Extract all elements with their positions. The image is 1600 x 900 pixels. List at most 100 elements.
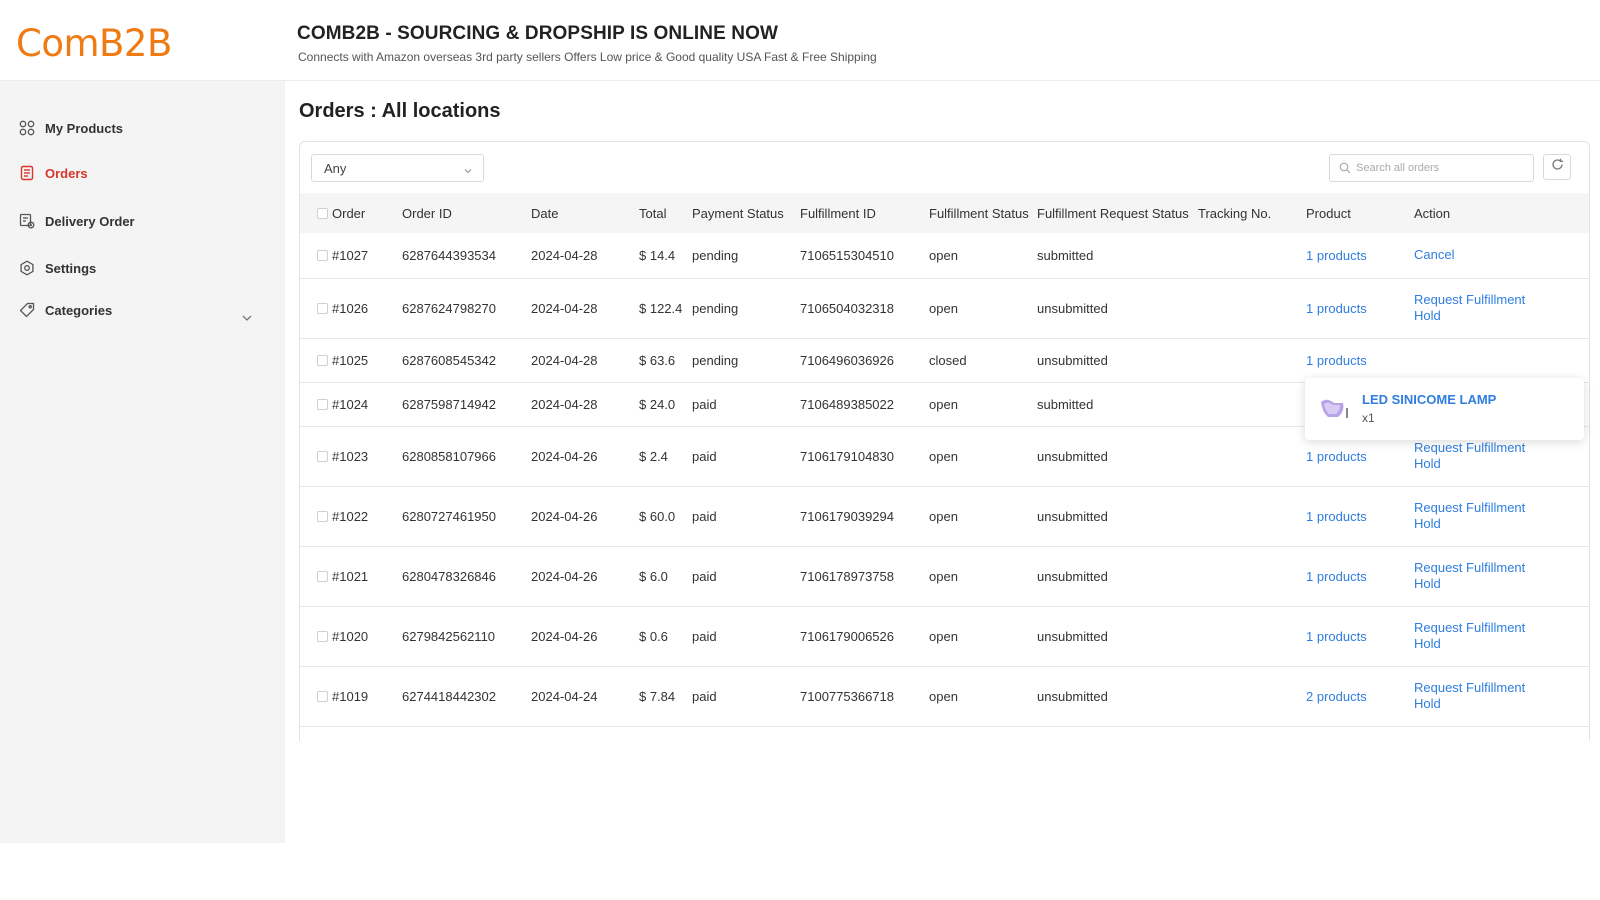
sidebar-item-settings[interactable]: Settings (18, 259, 96, 277)
products-link[interactable]: 1 products (1306, 569, 1367, 584)
row-checkbox[interactable] (317, 690, 328, 702)
products-link[interactable]: 1 products (1306, 449, 1367, 464)
cancel-link[interactable]: Cancel (1414, 247, 1539, 263)
refresh-icon (1551, 158, 1564, 176)
cell-order: #1026 (300, 278, 402, 338)
row-checkbox[interactable] (317, 630, 328, 642)
row-checkbox[interactable] (317, 249, 328, 261)
search-input[interactable]: Search all orders (1329, 154, 1534, 182)
products-link[interactable]: 1 products (1306, 248, 1367, 263)
request-fulfillment-hold-link[interactable]: Request Fulfillment Hold (1414, 292, 1539, 324)
cell-tracking-no (1198, 426, 1306, 486)
cell-fulfillment-status: open (929, 508, 958, 524)
orders-card: Any Search all orders Order Order ID Dat… (299, 141, 1590, 741)
refresh-button[interactable] (1543, 154, 1571, 180)
products-link[interactable]: 1 products (1306, 629, 1367, 644)
sidebar-item-my-products[interactable]: My Products (18, 119, 123, 137)
cell-order: #1027 (300, 233, 402, 278)
cell-payment-status: paid (692, 688, 717, 704)
cell-fulfillment-request-status: submitted (1037, 396, 1094, 412)
popup-product-name[interactable]: LED SINICOME LAMP (1362, 392, 1496, 407)
table-row[interactable]: #1020 6279842562110 2024-04-26 $ 0.6 paid 710… (300, 606, 1589, 666)
cell-total: $ 14.4 (639, 247, 676, 263)
search-icon (1339, 162, 1351, 174)
table-row[interactable]: #1026 6287624798270 2024-04-28 $ 122.4 pendi… (300, 278, 1589, 338)
table-row[interactable]: #1022 6280727461950 2024-04-26 $ 60.0 paid 71… (300, 486, 1589, 546)
request-fulfillment-hold-link[interactable]: Request Fulfillment Hold (1414, 680, 1539, 712)
sidebar-item-delivery-order[interactable]: Delivery Order (18, 212, 135, 230)
products-link[interactable]: 1 products (1306, 301, 1367, 316)
cell-tracking-no (1198, 666, 1306, 726)
request-fulfillment-hold-link[interactable]: Request Fulfillment Hold (1414, 620, 1539, 652)
cell-fulfillment-status: open (929, 688, 958, 704)
sidebar: My Products Orders Delivery Order Settin… (0, 81, 285, 843)
cell-fulfillment-id: 7106179006526 (800, 628, 894, 644)
filter-value: Any (324, 161, 347, 176)
sidebar-item-label: Orders (45, 165, 88, 181)
cell-action: Request Fulfillment Hold (1414, 606, 1589, 666)
top-header: ComB2B COMB2B - SOURCING & DROPSHIP IS O… (0, 0, 1600, 81)
order-number: #1020 (332, 628, 369, 644)
popup-product-quantity: x1 (1362, 411, 1375, 425)
tag-icon (18, 301, 36, 319)
table-row[interactable]: #1019 6274418442302 2024-04-24 $ 7.84 paid 71… (300, 666, 1589, 726)
sidebar-item-orders[interactable]: Orders (18, 164, 88, 182)
cell-fulfillment-request-status: unsubmitted (1037, 300, 1108, 316)
cell-fulfillment-request-status: unsubmitted (1037, 352, 1108, 368)
row-checkbox[interactable] (317, 570, 328, 582)
cell-order: #1022 (300, 486, 402, 546)
column-header-order-id: Order ID (402, 205, 452, 221)
cell-fulfillment-request-status: unsubmitted (1037, 508, 1108, 524)
table-row[interactable]: #1021 6280478326846 2024-04-26 $ 6.0 paid 710… (300, 546, 1589, 606)
row-checkbox[interactable] (317, 302, 328, 314)
cell-total: $ 122.4 (639, 300, 683, 316)
cell-order: #1024 (300, 382, 402, 426)
cell-action: Request Fulfillment Hold (1414, 666, 1589, 726)
cell-action: Request Fulfillment Hold (1414, 546, 1589, 606)
column-header-order[interactable]: Order (300, 193, 402, 233)
brand-logo[interactable]: ComB2B (16, 22, 172, 65)
cell-tracking-no (1198, 606, 1306, 666)
cell-tracking-no (1198, 382, 1306, 426)
location-filter-select[interactable]: Any (311, 154, 484, 182)
cell-date: 2024-04-28 (531, 352, 598, 368)
request-fulfillment-hold-link[interactable]: Request Fulfillment Hold (1414, 500, 1539, 532)
cell-fulfillment-id: 7106489385022 (800, 396, 894, 412)
row-checkbox[interactable] (317, 354, 328, 366)
products-link[interactable]: 2 products (1306, 689, 1367, 704)
cell-date: 2024-04-26 (531, 508, 598, 524)
table-header-row: Order Order ID Date Total Payment Status… (300, 193, 1589, 233)
products-link[interactable]: 1 products (1306, 353, 1367, 368)
cell-order-id: 6280478326846 (402, 568, 496, 584)
cell-date: 2024-04-28 (531, 300, 598, 316)
column-header-date: Date (531, 205, 559, 221)
request-fulfillment-hold-link[interactable]: Request Fulfillment Hold (1414, 560, 1539, 592)
cell-order-id: 6287624798270 (402, 300, 496, 316)
cell-fulfillment-status: open (929, 448, 958, 464)
row-checkbox[interactable] (317, 510, 328, 522)
cell-fulfillment-status: open (929, 300, 958, 316)
sidebar-item-categories[interactable]: Categories (18, 301, 112, 319)
select-all-checkbox[interactable] (317, 207, 328, 219)
table-row[interactable]: #1027 6287644393534 2024-04-28 $ 14.4 pendin… (300, 233, 1589, 278)
order-number: #1019 (332, 688, 369, 704)
row-checkbox[interactable] (317, 398, 328, 410)
cell-date: 2024-04-28 (531, 396, 598, 412)
cell-total: $ 2.4 (639, 448, 668, 464)
table-row[interactable]: #1025 6287608545342 2024-04-28 $ 63.6 pendin… (300, 338, 1589, 382)
page-title: Orders : All locations (299, 100, 501, 122)
row-checkbox[interactable] (317, 450, 328, 462)
cell-date: 2024-04-26 (531, 628, 598, 644)
products-link[interactable]: 1 products (1306, 509, 1367, 524)
cell-payment-status: paid (692, 568, 717, 584)
cell-fulfillment-id: 7100775366718 (800, 688, 894, 704)
cell-payment-status: paid (692, 628, 717, 644)
column-header-fulfillment-id: Fulfillment ID (800, 205, 876, 221)
request-fulfillment-hold-link[interactable]: Request Fulfillment Hold (1414, 440, 1539, 472)
order-number: #1024 (332, 396, 369, 412)
cell-tracking-no (1198, 338, 1306, 382)
cell-payment-status: pending (692, 300, 739, 316)
cell-total: $ 24.0 (639, 396, 676, 412)
cell-order: #1023 (300, 426, 402, 486)
chevron-down-icon[interactable] (240, 311, 254, 325)
